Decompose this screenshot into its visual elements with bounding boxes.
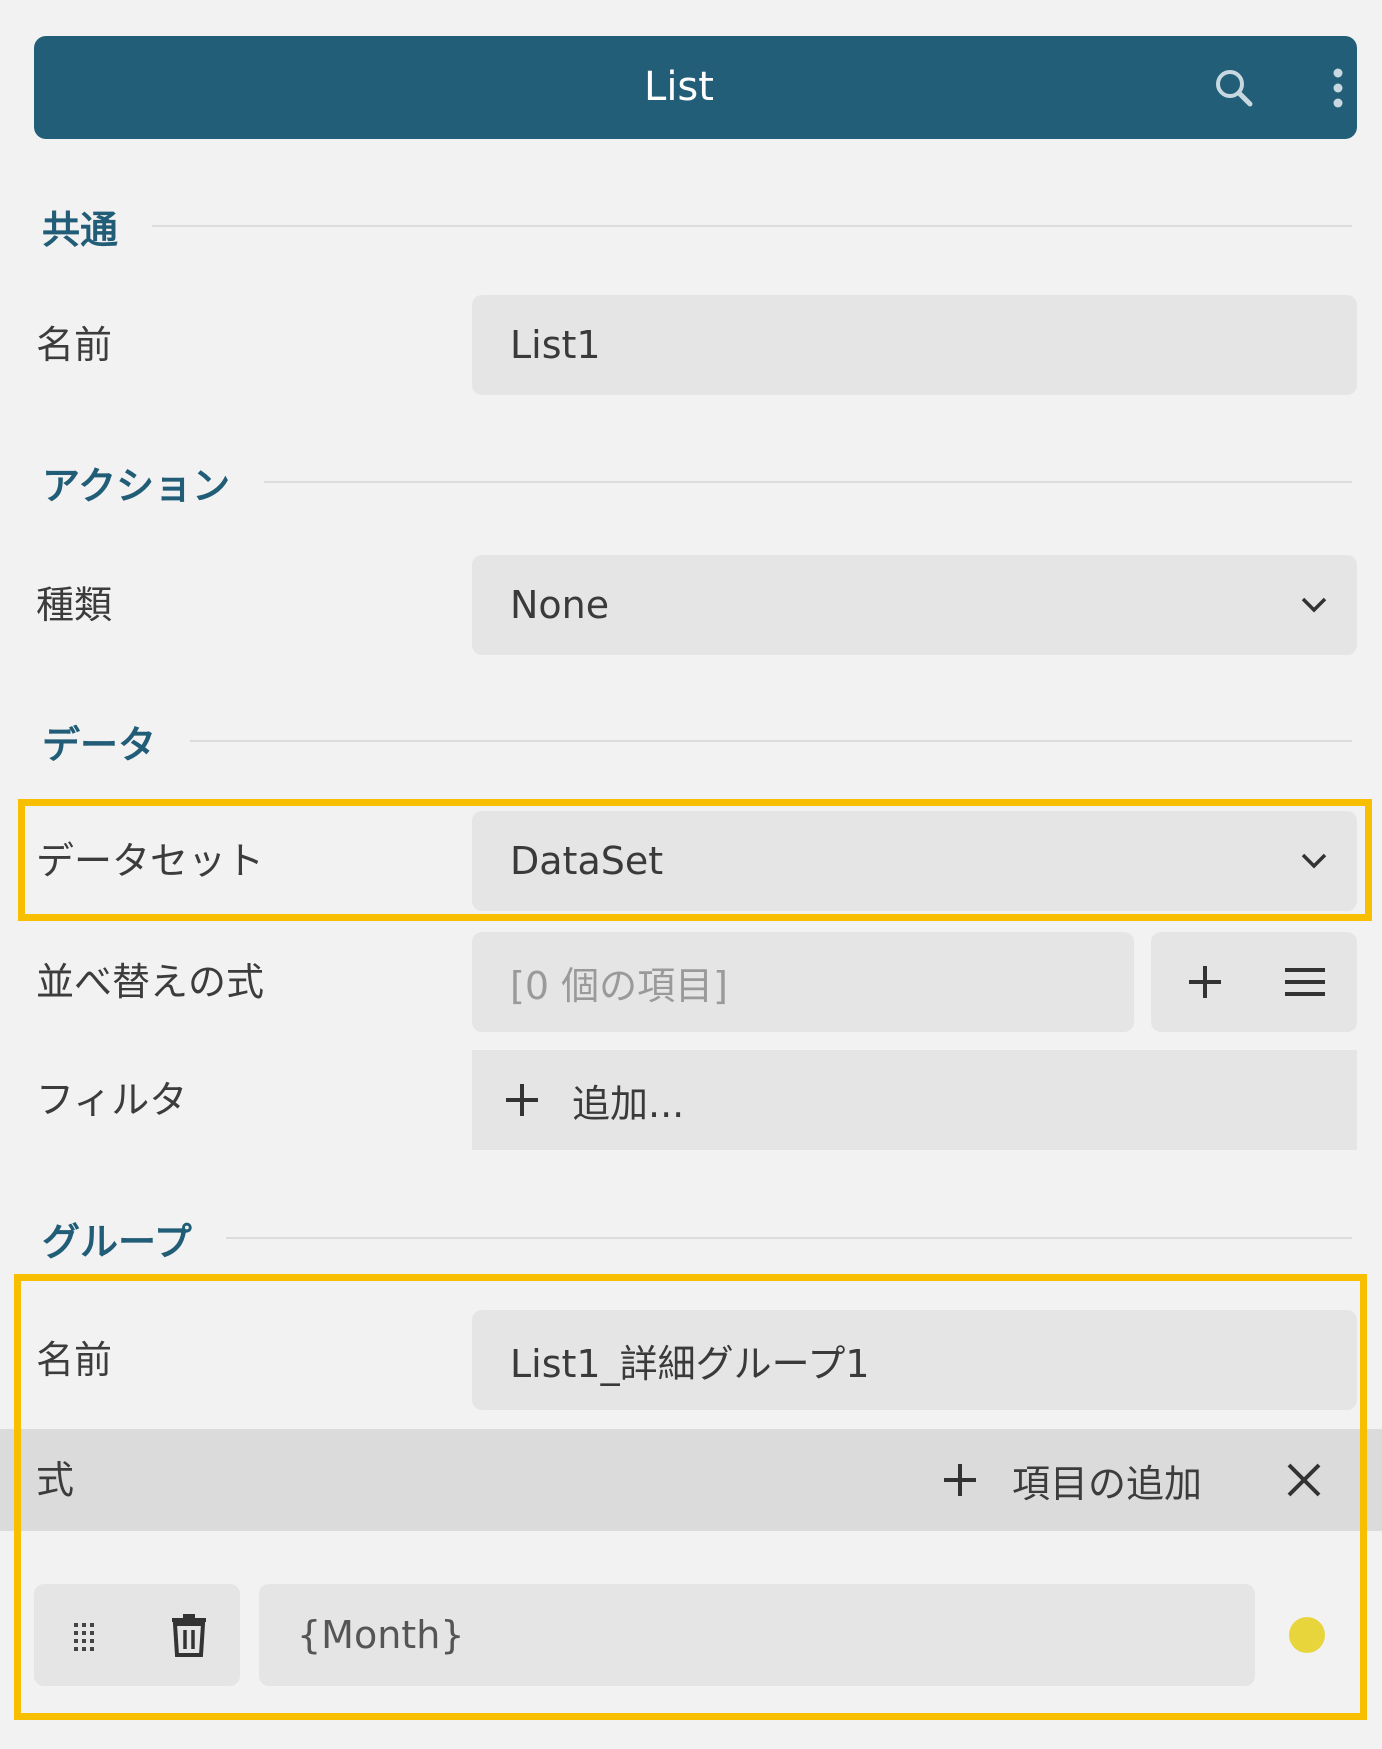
section-title-common: 共通 (42, 207, 119, 252)
group-name-label: 名前 (36, 1338, 113, 1382)
sort-actions (1151, 932, 1357, 1032)
panel-title: List (644, 64, 714, 110)
name-field-value: List1 (510, 323, 601, 367)
action-type-label: 種類 (36, 583, 113, 627)
drag-handle-icon[interactable] (72, 1621, 100, 1655)
panel-header: List (34, 36, 1357, 139)
section-title-action: アクション (42, 463, 231, 508)
status-dot (1289, 1617, 1325, 1653)
section-title-group: グループ (42, 1219, 192, 1264)
filter-label: フィルタ (36, 1078, 188, 1122)
search-icon[interactable] (1204, 36, 1264, 139)
group-name-field[interactable]: List1_詳細グループ1 (472, 1310, 1357, 1410)
name-label: 名前 (36, 323, 113, 367)
dataset-value: DataSet (510, 839, 664, 883)
section-data: データ (42, 711, 1352, 771)
name-field[interactable]: List1 (472, 295, 1357, 395)
plus-icon (502, 1080, 542, 1120)
action-type-value: None (510, 583, 610, 627)
chevron-down-icon (1299, 555, 1329, 655)
section-common: 共通 (42, 196, 1352, 256)
list-icon[interactable] (1283, 962, 1327, 1006)
dataset-select[interactable]: DataSet (472, 811, 1357, 911)
section-action: アクション (42, 452, 1352, 512)
expression-value: {Month} (297, 1613, 465, 1657)
sort-placeholder: [0 個の項目] (510, 963, 728, 1008)
expression-item-handle (34, 1584, 240, 1686)
section-divider (152, 225, 1352, 227)
group-name-value: List1_詳細グループ1 (510, 1341, 870, 1386)
section-title-data: データ (42, 722, 157, 767)
trash-icon[interactable] (170, 1613, 208, 1661)
dataset-label: データセット (36, 839, 265, 883)
expression-header: 式 項目の追加 (0, 1429, 1382, 1531)
section-divider (190, 740, 1352, 742)
more-vertical-icon[interactable] (1308, 36, 1368, 139)
action-type-select[interactable]: None (472, 555, 1357, 655)
filter-add-label: 追加... (572, 1081, 685, 1126)
section-group: グループ (42, 1208, 1352, 1268)
close-icon[interactable] (1286, 1462, 1322, 1502)
plus-icon[interactable] (1185, 962, 1225, 1006)
section-divider (264, 481, 1352, 483)
expression-input[interactable]: {Month} (259, 1584, 1255, 1686)
sort-expression-field[interactable]: [0 個の項目] (472, 932, 1134, 1032)
chevron-down-icon (1299, 811, 1329, 911)
add-item-button[interactable]: 項目の追加 (940, 1429, 1202, 1531)
filter-add-button[interactable]: 追加... (472, 1050, 1357, 1150)
plus-icon (940, 1460, 980, 1500)
section-divider (225, 1237, 1352, 1239)
sort-label: 並べ替えの式 (36, 960, 265, 1004)
add-item-label: 項目の追加 (1012, 1461, 1203, 1506)
expression-label: 式 (36, 1458, 75, 1502)
